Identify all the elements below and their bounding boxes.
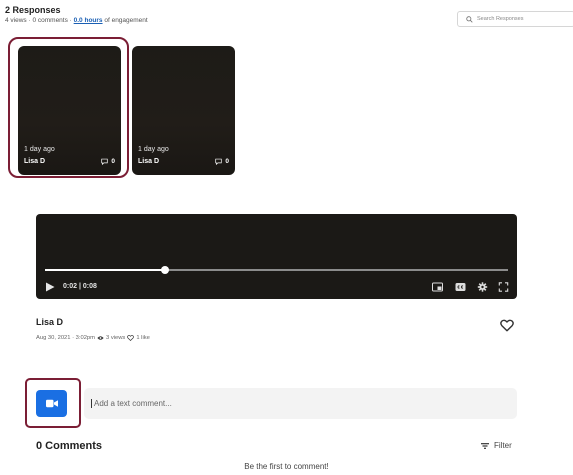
card-comment-count: 0 bbox=[101, 158, 115, 165]
search-icon bbox=[466, 15, 473, 23]
comment-icon bbox=[215, 158, 223, 165]
empty-comments-message: Be the first to comment! bbox=[244, 462, 329, 471]
post-author: Lisa D bbox=[36, 317, 64, 327]
comment-input[interactable] bbox=[91, 399, 491, 408]
video-camera-icon bbox=[45, 399, 58, 408]
post-meta: Aug 30, 2021 · 3:02pm 3 views 1 like bbox=[36, 335, 150, 341]
filter-label: Filter bbox=[494, 441, 512, 450]
video-player[interactable] bbox=[36, 214, 517, 299]
eye-icon bbox=[97, 336, 104, 340]
card-comment-count: 0 bbox=[215, 158, 229, 165]
comment-input-box[interactable] bbox=[84, 388, 517, 419]
stats-suffix: of engagement bbox=[102, 17, 148, 24]
comment-icon bbox=[101, 158, 109, 165]
card-time-ago: 1 day ago bbox=[138, 146, 169, 153]
picture-in-picture-icon[interactable] bbox=[432, 282, 443, 292]
captions-icon[interactable] bbox=[455, 282, 466, 292]
fullscreen-icon[interactable] bbox=[498, 282, 509, 292]
card-time-ago: 1 day ago bbox=[24, 146, 55, 153]
heart-icon bbox=[127, 335, 135, 341]
post-views: 3 views bbox=[105, 335, 126, 341]
progress-handle[interactable] bbox=[161, 266, 169, 274]
like-heart-icon[interactable] bbox=[500, 319, 514, 332]
record-video-comment-button[interactable] bbox=[36, 390, 67, 417]
response-card[interactable]: 1 day ago Lisa D 0 bbox=[132, 46, 235, 175]
response-card[interactable]: 1 day ago Lisa D 0 bbox=[18, 46, 121, 175]
settings-icon[interactable] bbox=[477, 282, 488, 292]
play-icon[interactable] bbox=[45, 282, 55, 292]
card-comment-count-value: 0 bbox=[225, 158, 229, 165]
card-author: Lisa D bbox=[24, 158, 46, 165]
comments-count: 0 Comments bbox=[36, 440, 103, 452]
stats-prefix: 4 views · 0 comments · bbox=[5, 17, 74, 24]
card-comment-count-value: 0 bbox=[111, 158, 115, 165]
engagement-link[interactable]: 0.0 hours bbox=[74, 17, 103, 24]
card-author: Lisa D bbox=[138, 158, 160, 165]
responses-title: 2 Responses bbox=[5, 5, 61, 15]
search-responses-box[interactable] bbox=[457, 11, 573, 27]
filter-button[interactable]: Filter bbox=[481, 441, 512, 450]
filter-icon bbox=[481, 442, 489, 449]
post-date: Aug 30, 2021 · 3:02pm bbox=[36, 335, 95, 341]
progress-fill bbox=[45, 269, 165, 271]
post-likes: 1 like bbox=[136, 335, 150, 341]
time-display: 0:02 | 0:08 bbox=[63, 283, 97, 290]
response-stats: 4 views · 0 comments · 0.0 hours of enga… bbox=[5, 17, 148, 24]
search-input[interactable] bbox=[477, 16, 567, 22]
